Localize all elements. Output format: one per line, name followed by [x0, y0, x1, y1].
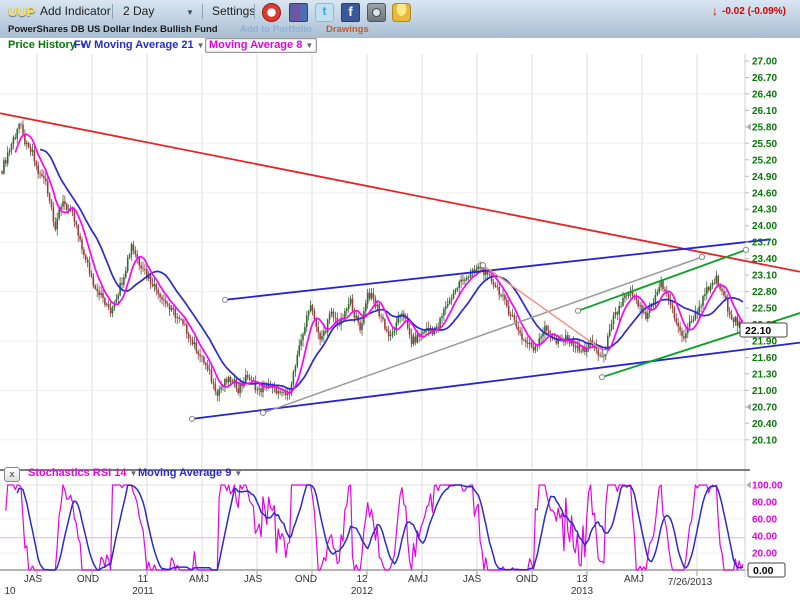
separator: [112, 4, 113, 19]
toolbar: UUP Add Indicator 2 Day ▼ Settings t f ↓…: [0, 0, 800, 39]
svg-text:22.10: 22.10: [745, 325, 771, 337]
add-to-portfolio-link[interactable]: Add to Portfolio: [240, 24, 312, 35]
svg-text:20.70: 20.70: [752, 402, 777, 413]
price-history-label: Price History: [8, 39, 76, 51]
twitter-icon[interactable]: t: [315, 3, 334, 22]
charting-app: { "toolbar": { "symbol": "UUP", "add_ind…: [0, 0, 800, 601]
stoch-caret-icon[interactable]: ▼: [130, 469, 138, 478]
svg-text:20.10: 20.10: [752, 435, 777, 446]
svg-text:JAS: JAS: [463, 574, 482, 585]
svg-text:JAS: JAS: [24, 574, 43, 585]
camera-icon[interactable]: [367, 3, 386, 22]
svg-text:80.00: 80.00: [752, 498, 777, 509]
ma21-caret-icon[interactable]: ▼: [197, 41, 205, 50]
indicator-close-button[interactable]: x: [4, 467, 20, 482]
svg-text:JAS: JAS: [244, 574, 263, 585]
separator: [254, 4, 255, 19]
ma9-selector[interactable]: Moving Average 9 ▼: [138, 467, 242, 479]
alarm-clock-icon[interactable]: [262, 3, 281, 22]
svg-text:0.00: 0.00: [753, 565, 774, 577]
series-bar: Price History ▼ FW Moving Average 21 ▼ M…: [0, 38, 800, 54]
ma9-label: Moving Average 9: [138, 467, 231, 479]
change-down-arrow-icon: ↓: [712, 4, 718, 18]
change-value: -0.02 (-0.09%): [722, 6, 786, 17]
svg-text:23.70: 23.70: [752, 238, 777, 249]
books-icon[interactable]: [289, 3, 308, 22]
svg-text:26.70: 26.70: [752, 73, 777, 84]
add-indicator-button[interactable]: Add Indicator: [40, 4, 111, 18]
price-chart-svg[interactable]: 27.00 26.70 26.40 26.10 25.80 25.50 25.20 24.90…: [0, 54, 800, 601]
svg-text:2013: 2013: [571, 586, 594, 597]
svg-text:7/26/2013: 7/26/2013: [668, 577, 713, 588]
svg-text:2011: 2011: [132, 586, 154, 597]
svg-text:25.80: 25.80: [752, 122, 777, 133]
svg-text:20.40: 20.40: [752, 419, 777, 430]
svg-text:23.10: 23.10: [752, 271, 777, 282]
svg-text:21.60: 21.60: [752, 353, 777, 364]
svg-text:23.40: 23.40: [752, 254, 777, 265]
svg-text:26.10: 26.10: [752, 106, 777, 117]
svg-text:24.60: 24.60: [752, 188, 777, 199]
separator: [202, 4, 203, 19]
svg-text:24.90: 24.90: [752, 172, 777, 183]
stoch-rsi-label: Stochastics RSI 14: [28, 467, 126, 479]
fund-name: PowerShares DB US Dollar Index Bullish F…: [8, 24, 218, 35]
svg-text:AMJ: AMJ: [189, 574, 209, 585]
svg-text:OND: OND: [516, 574, 538, 585]
svg-text:24.00: 24.00: [752, 221, 777, 232]
svg-text:20.00: 20.00: [752, 549, 777, 560]
ma8-label: Moving Average 8: [209, 39, 302, 51]
subbar: PowerShares DB US Dollar Index Bullish F…: [0, 24, 800, 38]
drawings-link[interactable]: Drawings: [326, 24, 369, 35]
timeframe-caret-icon[interactable]: ▼: [186, 8, 194, 17]
svg-text:22.80: 22.80: [752, 287, 777, 298]
ma21-label: FW Moving Average 21: [74, 39, 194, 51]
timeframe-selector[interactable]: 2 Day: [123, 4, 154, 18]
symbol-label: UUP: [8, 4, 35, 19]
svg-text:21.90: 21.90: [752, 337, 777, 348]
svg-text:60.00: 60.00: [752, 515, 777, 526]
svg-text:100.00: 100.00: [752, 481, 783, 492]
svg-text:OND: OND: [295, 574, 317, 585]
svg-text:22.50: 22.50: [752, 304, 777, 315]
svg-text:26.40: 26.40: [752, 89, 777, 100]
ma21-selector[interactable]: FW Moving Average 21 ▼: [74, 39, 205, 51]
svg-text:21.00: 21.00: [752, 386, 777, 397]
svg-text:21.30: 21.30: [752, 369, 777, 380]
svg-text:OND: OND: [77, 574, 99, 585]
svg-text:10: 10: [4, 586, 16, 597]
svg-text:AMJ: AMJ: [624, 574, 644, 585]
svg-text:12: 12: [356, 574, 368, 585]
ma9-caret-icon[interactable]: ▼: [234, 469, 242, 478]
settings-button[interactable]: Settings: [212, 4, 255, 18]
coins-icon[interactable]: [392, 3, 411, 22]
svg-text:25.20: 25.20: [752, 155, 777, 166]
svg-text:27.00: 27.00: [752, 57, 777, 68]
facebook-icon[interactable]: f: [341, 3, 360, 22]
svg-text:2012: 2012: [351, 586, 374, 597]
svg-text:25.50: 25.50: [752, 139, 777, 150]
ma8-caret-icon[interactable]: ▼: [305, 41, 313, 50]
svg-text:11: 11: [138, 574, 149, 585]
svg-text:40.00: 40.00: [752, 532, 777, 543]
svg-text:13: 13: [576, 574, 588, 585]
ma8-selector[interactable]: Moving Average 8 ▼: [205, 38, 317, 53]
svg-text:AMJ: AMJ: [408, 574, 428, 585]
svg-text:24.30: 24.30: [752, 205, 777, 216]
indicator-header: x Stochastics RSI 14 ▼ Moving Average 9 …: [0, 466, 760, 482]
stoch-rsi-selector[interactable]: Stochastics RSI 14 ▼: [28, 467, 137, 479]
